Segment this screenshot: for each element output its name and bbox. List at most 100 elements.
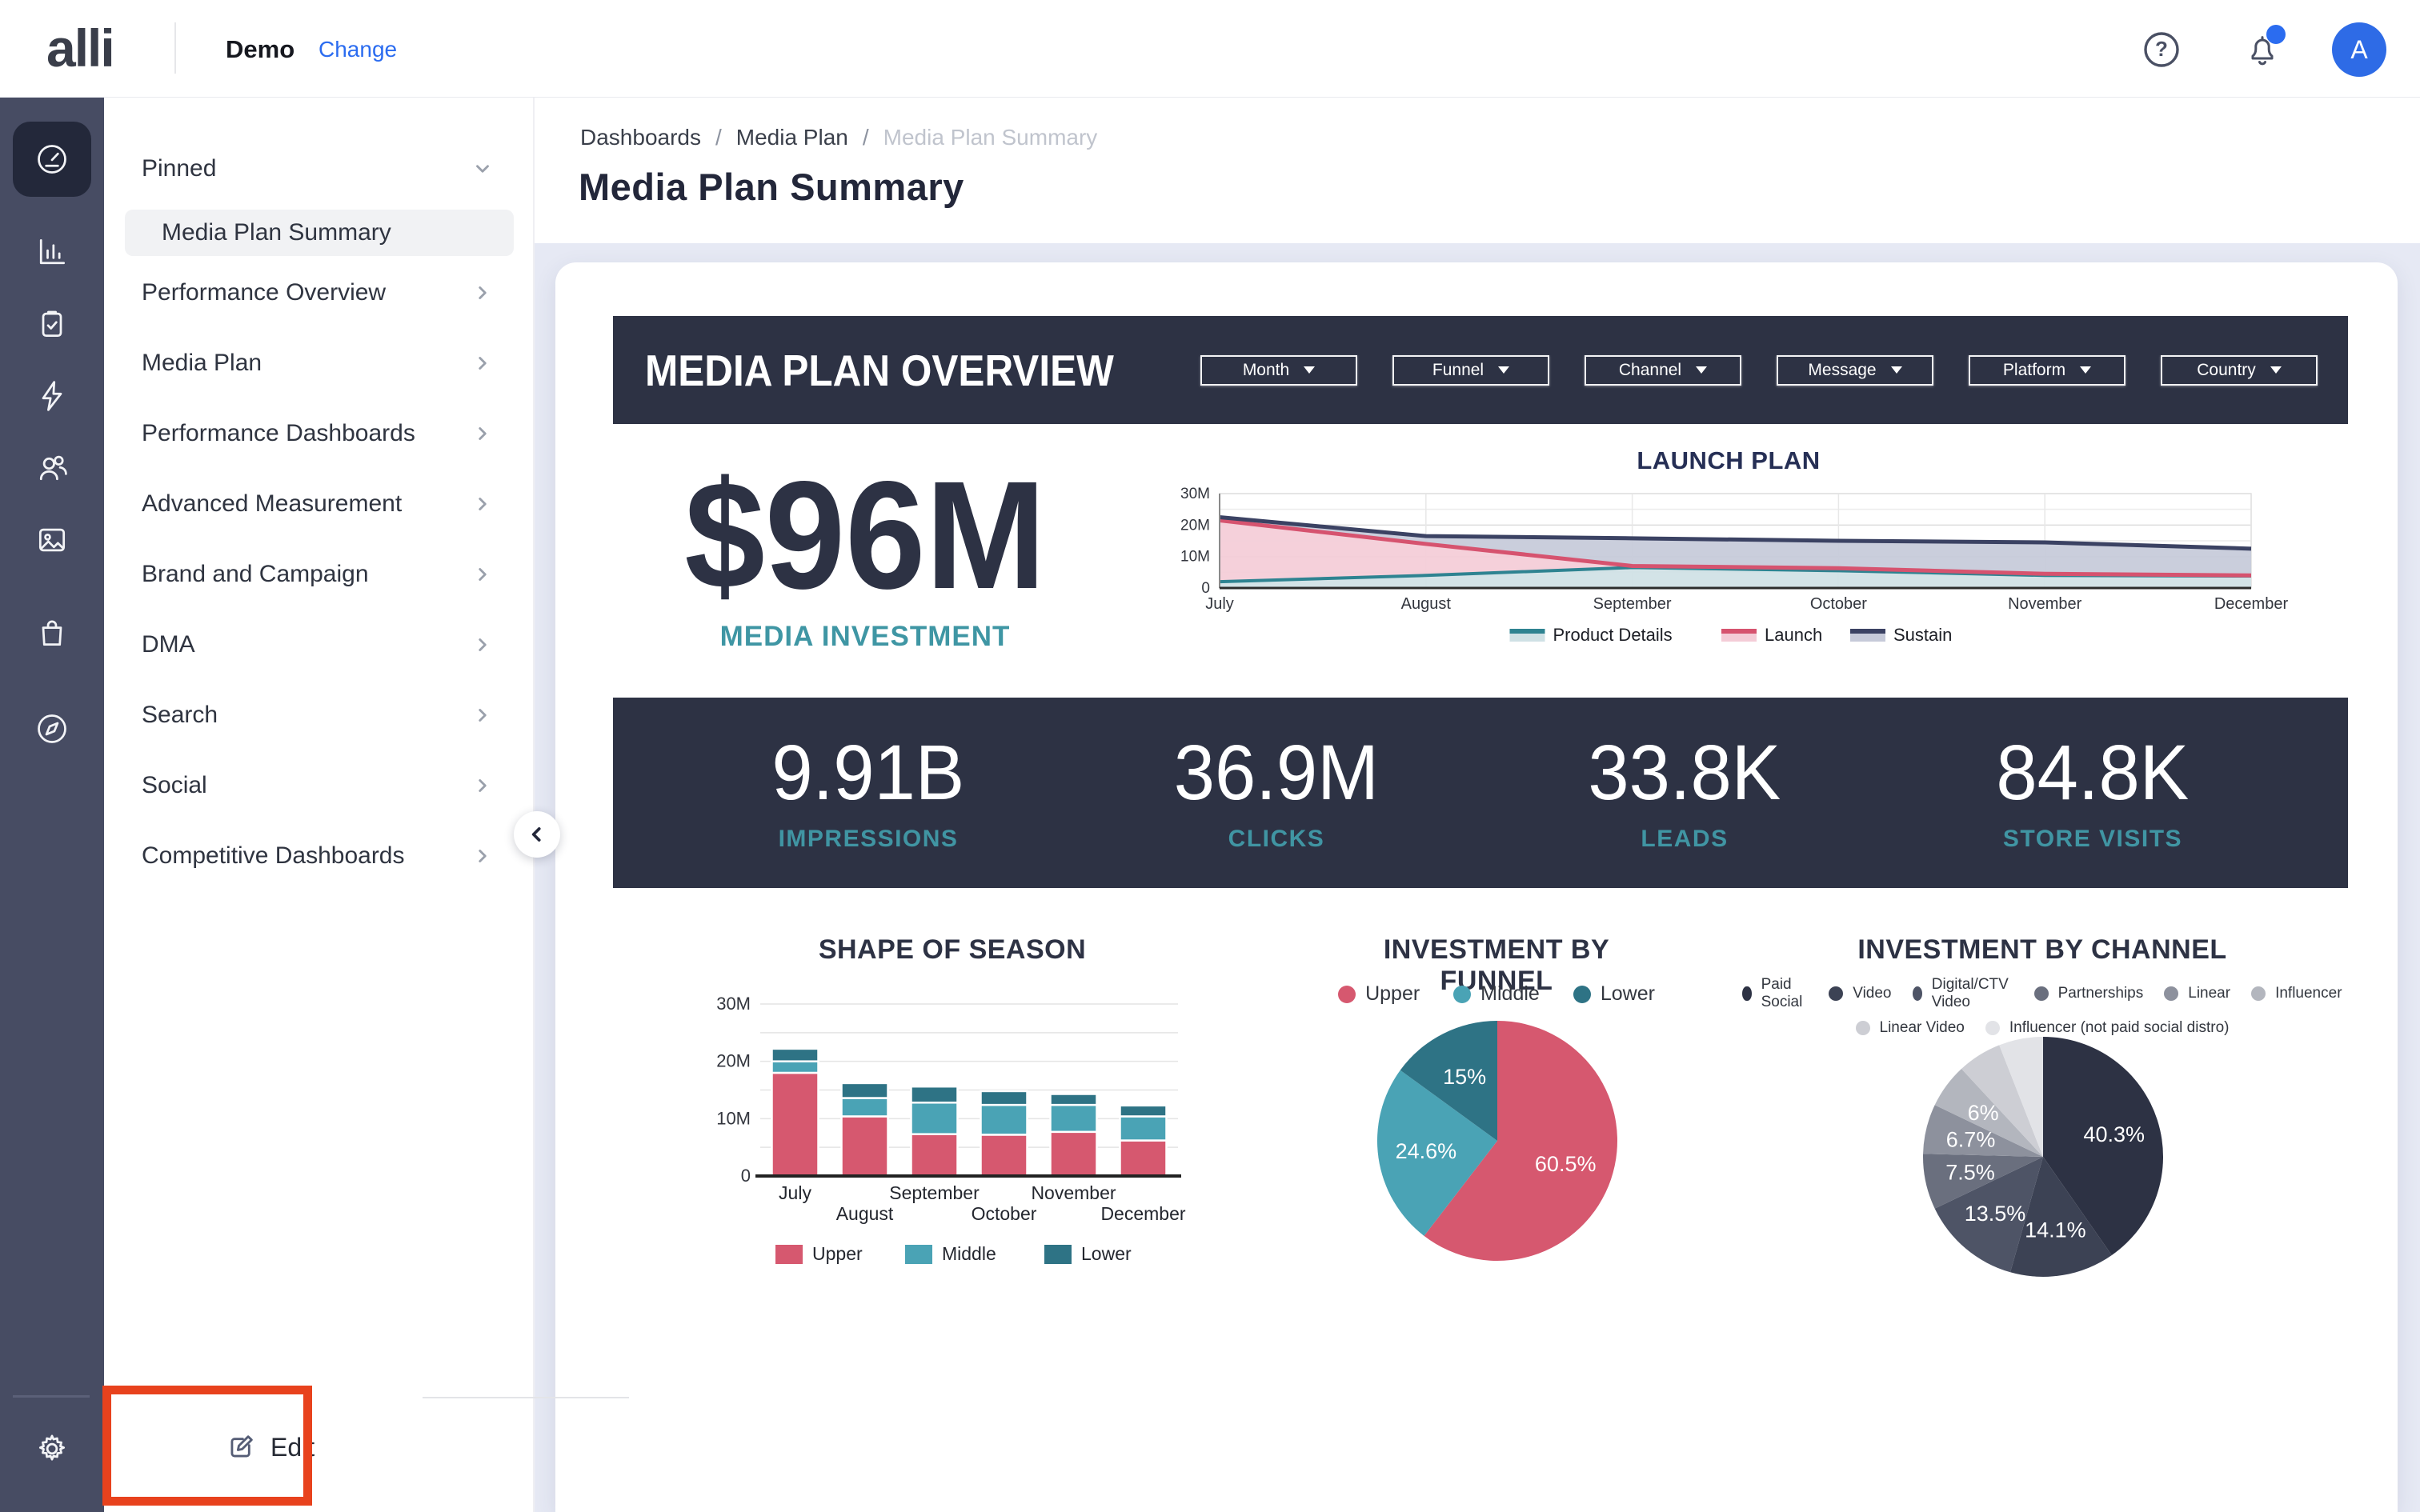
filter-dropdown-funnel[interactable]: Funnel — [1392, 355, 1549, 386]
legend-item: Paid Social — [1742, 976, 1808, 1011]
rail-item-explore[interactable] — [0, 696, 104, 762]
svg-text:20M: 20M — [1180, 517, 1210, 534]
svg-text:15%: 15% — [1443, 1065, 1486, 1089]
svg-text:24.6%: 24.6% — [1396, 1139, 1457, 1163]
page-title: Media Plan Summary — [579, 165, 964, 209]
sidebar-item-performance-overview[interactable]: Performance Overview — [104, 266, 535, 319]
legend-label: Partnerships — [2058, 985, 2144, 1002]
sidebar-item-label: Social — [142, 772, 472, 799]
launch-plan-title: LAUNCH PLAN — [1152, 446, 2305, 475]
rail-item-analytics[interactable] — [0, 219, 104, 285]
sidebar-item-label: DMA — [142, 631, 472, 658]
chevron-left-icon — [527, 824, 547, 845]
filter-label: Country — [2197, 361, 2256, 380]
sidebar-item-social[interactable]: Social — [104, 759, 535, 812]
sidebar-item-label: Media Plan — [142, 350, 472, 377]
funnel-pie-legend: Upper Middle Lower — [1288, 982, 1705, 1006]
caret-down-icon — [1304, 366, 1315, 374]
filter-label: Month — [1243, 361, 1289, 380]
app-logo[interactable]: alli — [46, 18, 114, 78]
sidebar-collapse-button[interactable] — [514, 811, 560, 858]
avatar[interactable]: A — [2332, 22, 2386, 77]
filter-label: Funnel — [1432, 361, 1484, 380]
media-investment-label: MEDIA INVESTMENT — [609, 621, 1121, 653]
change-workspace-link[interactable]: Change — [319, 37, 397, 62]
svg-text:0: 0 — [741, 1166, 751, 1186]
kpi-stat: 9.91BIMPRESSIONS — [664, 734, 1072, 853]
svg-text:July: July — [1205, 595, 1234, 613]
sidebar-item-competitive-dashboards[interactable]: Competitive Dashboards — [104, 830, 535, 882]
notifications-bell-icon[interactable] — [2242, 30, 2282, 70]
sidebar-item-dma[interactable]: DMA — [104, 618, 535, 671]
help-icon[interactable]: ? — [2142, 30, 2182, 70]
svg-text:Upper: Upper — [812, 1243, 863, 1264]
media-investment-value: $96M — [684, 462, 1045, 608]
rail-item-plans[interactable] — [0, 291, 104, 357]
gauge-icon — [34, 142, 70, 177]
filter-row: Month Funnel Channel Message Platform Country — [1200, 355, 2318, 386]
sidebar: Pinned Media Plan Summary Performance Ov… — [104, 98, 535, 1512]
filter-dropdown-country[interactable]: Country — [2161, 355, 2318, 386]
breadcrumb-item[interactable]: Media Plan — [736, 125, 848, 150]
legend-label: Digital/CTV Video — [1932, 976, 2013, 1011]
rail-divider — [13, 1395, 90, 1398]
rail-item-audiences[interactable] — [0, 435, 104, 501]
breadcrumb-separator: / — [863, 125, 869, 150]
lightning-bolt-icon — [34, 378, 70, 414]
filter-dropdown-channel[interactable]: Channel — [1585, 355, 1741, 386]
filter-dropdown-platform[interactable]: Platform — [1969, 355, 2126, 386]
chevron-right-icon — [472, 353, 493, 374]
legend-label: Lower — [1601, 982, 1655, 1006]
edit-button[interactable]: Edit — [226, 1419, 315, 1475]
sidebar-item-label: Performance Overview — [142, 279, 472, 306]
svg-text:?: ? — [2155, 37, 2168, 61]
workspace-name: Demo — [226, 35, 294, 64]
top-header: alli Demo Change ? A — [0, 0, 2420, 98]
sidebar-item-brand-and-campaign[interactable]: Brand and Campaign — [104, 548, 535, 601]
legend-label: Upper — [1365, 982, 1420, 1006]
rail-item-dashboards[interactable] — [0, 126, 104, 192]
sidebar-section-pinned[interactable]: Pinned — [104, 142, 535, 195]
legend-swatch — [1573, 986, 1591, 1003]
legend-swatch — [1913, 986, 1922, 1001]
svg-text:December: December — [1100, 1203, 1185, 1224]
legend-item: Digital/CTV Video — [1913, 976, 2013, 1011]
kpi-stat: 33.8KLEADS — [1480, 734, 1889, 853]
legend-row: Paid SocialVideoDigital/CTV VideoPartner… — [1762, 976, 2322, 1011]
caret-down-icon — [2080, 366, 2091, 374]
edit-pencil-icon — [226, 1432, 256, 1462]
filter-dropdown-month[interactable]: Month — [1200, 355, 1357, 386]
sidebar-footer-divider — [423, 1397, 629, 1398]
rail-item-settings[interactable] — [0, 1416, 104, 1482]
legend-item: Upper — [1338, 982, 1420, 1006]
filter-label: Message — [1808, 361, 1876, 380]
sidebar-item-advanced-measurement[interactable]: Advanced Measurement — [104, 478, 535, 530]
breadcrumb-item: Media Plan Summary — [883, 125, 1098, 150]
shape-of-season-chart: 010M20M30MJulyAugustSeptemberOctoberNove… — [704, 968, 1200, 1288]
filter-dropdown-message[interactable]: Message — [1777, 355, 1933, 386]
rail-item-creative[interactable] — [0, 507, 104, 573]
filter-label: Platform — [2003, 361, 2065, 380]
legend-swatch — [2251, 986, 2266, 1001]
caret-down-icon — [1891, 366, 1902, 374]
sidebar-item-performance-dashboards[interactable]: Performance Dashboards — [104, 407, 535, 460]
svg-text:7.5%: 7.5% — [1945, 1160, 1995, 1184]
chevron-right-icon — [472, 634, 493, 655]
sidebar-item-media-plan[interactable]: Media Plan — [104, 337, 535, 390]
sidebar-item-media-plan-summary[interactable]: Media Plan Summary — [125, 210, 514, 256]
legend-item: Lower — [1573, 982, 1655, 1006]
svg-text:Lower: Lower — [1081, 1243, 1132, 1264]
rail-item-automation[interactable] — [0, 363, 104, 429]
legend-swatch — [1742, 986, 1751, 1001]
dashboard-banner-title: MEDIA PLAN OVERVIEW — [645, 345, 1114, 396]
rail-item-commerce[interactable] — [0, 600, 104, 666]
bar-chart-icon — [34, 234, 70, 270]
sidebar-item-search[interactable]: Search — [104, 689, 535, 742]
legend-item: Partnerships — [2034, 976, 2144, 1011]
breadcrumb-item[interactable]: Dashboards — [580, 125, 701, 150]
legend-swatch — [2164, 986, 2178, 1001]
investment-by-funnel-pie: 60.5% 24.6% 15% — [1372, 1016, 1622, 1266]
legend-item: Influencer — [2251, 976, 2342, 1011]
legend-item: Middle — [1453, 982, 1540, 1006]
svg-text:60.5%: 60.5% — [1535, 1152, 1597, 1176]
